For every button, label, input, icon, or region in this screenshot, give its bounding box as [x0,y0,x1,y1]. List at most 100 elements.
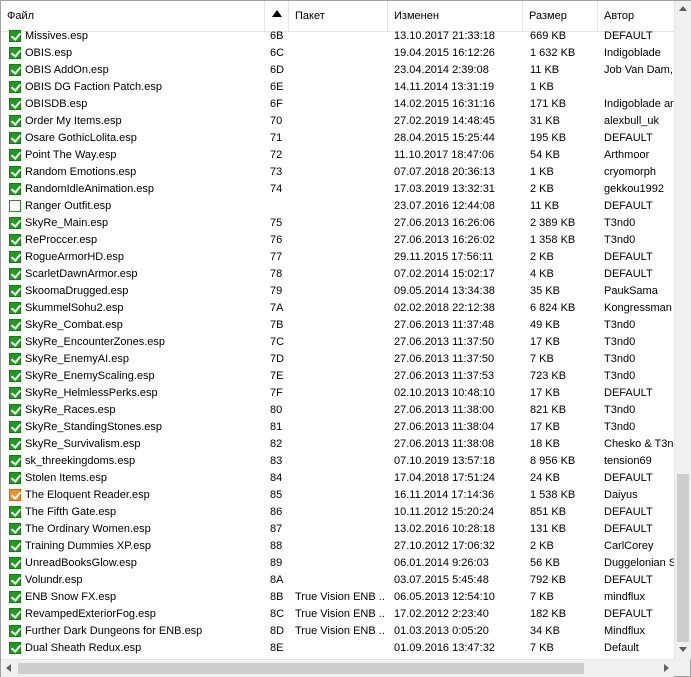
plugin-checkbox[interactable] [9,302,21,314]
plugin-checkbox[interactable] [9,370,21,382]
plugin-checkbox[interactable] [9,557,21,569]
plugin-checkbox[interactable] [9,421,21,433]
table-row[interactable]: Random Emotions.esp 73 07.07.2018 20:36:13… [1,164,674,181]
table-row[interactable]: OBIS.esp 6C 19.04.2015 16:12:26 1 632 KB Ind… [1,45,674,62]
table-row[interactable]: The Ordinary Women.esp 87 13.02.2016 10:28… [1,521,674,538]
plugin-checkbox[interactable] [9,336,21,348]
plugin-checkbox[interactable] [9,642,21,654]
plugin-checkbox[interactable] [9,81,21,93]
table-row[interactable]: OBIS AddOn.esp 6D 23.04.2014 2:39:08 11 KB J… [1,62,674,79]
package-name: True Vision ENB ... [295,608,385,620]
warning-checkbox[interactable] [9,489,21,501]
table-row[interactable]: RandomIdleAnimation.esp 74 17.03.2019 13:3… [1,181,674,198]
plugin-checkbox[interactable] [9,472,21,484]
table-row[interactable]: UnreadBooksGlow.esp 89 06.01.2014 9:26:03 5… [1,555,674,572]
table-row[interactable]: Osare GothicLolita.esp 71 28.04.2015 15:25… [1,130,674,147]
plugin-checkbox[interactable] [9,183,21,195]
table-row[interactable]: Training Dummies XP.esp 88 27.10.2012 17:0… [1,538,674,555]
plugin-checkbox[interactable] [9,438,21,450]
plugin-checkbox[interactable] [9,455,21,467]
table-row[interactable]: SkyRe_Combat.esp 7B 27.06.2013 11:37:48 49 … [1,317,674,334]
table-row[interactable]: SkyRe_EnemyAI.esp 7D 27.06.2013 11:37:50 7 … [1,351,674,368]
modified-date: 02.02.2018 22:12:38 [394,302,495,314]
table-row[interactable]: The Fifth Gate.esp 86 10.11.2012 15:20:24 8… [1,504,674,521]
column-header-size[interactable]: Размер [523,1,598,31]
vertical-scrollbar[interactable] [674,1,691,659]
plugin-checkbox[interactable] [9,591,21,603]
table-row[interactable]: SkyRe_HelmlessPerks.esp 7F 02.10.2013 10:4… [1,385,674,402]
table-row[interactable]: ReProccer.esp 76 27.06.2013 16:26:02 1 358 … [1,232,674,249]
table-row[interactable]: Point The Way.esp 72 11.10.2017 18:47:06 54… [1,147,674,164]
table-row[interactable]: Further Dark Dungeons for ENB.esp 8D True … [1,623,674,640]
column-header-package[interactable]: Пакет [289,1,388,31]
plugin-checkbox[interactable] [9,268,21,280]
plugin-checkbox[interactable] [9,540,21,552]
table-row[interactable]: SkyRe_StandingStones.esp 81 27.06.2013 11:… [1,419,674,436]
author-name: tension69 [604,455,652,467]
plugin-checkbox[interactable] [9,234,21,246]
table-row[interactable]: SkyRe_EncounterZones.esp 7C 27.06.2013 11:… [1,334,674,351]
table-row[interactable]: Order My Items.esp 70 27.02.2019 14:48:45 3… [1,113,674,130]
vertical-scroll-thumb[interactable] [677,474,689,642]
plugin-checkbox[interactable] [9,64,21,76]
plugin-checkbox[interactable] [9,98,21,110]
plugin-checkbox[interactable] [9,608,21,620]
plugin-checkbox[interactable] [9,387,21,399]
table-row[interactable]: RogueArmorHD.esp 77 29.11.2015 17:56:11 2 K… [1,249,674,266]
author-name: PaukSama [604,285,658,297]
author-name: T3nd0 [604,353,636,365]
column-header-file[interactable]: Файл [1,1,265,31]
plugin-name: OBIS AddOn.esp [25,64,109,76]
plugin-checkbox[interactable] [9,47,21,59]
plugin-checkbox[interactable] [9,319,21,331]
author-name: DEFAULT [604,574,653,586]
plugin-checkbox[interactable] [9,353,21,365]
plugin-checkbox[interactable] [9,574,21,586]
column-header-modified[interactable]: Изменен [388,1,523,31]
table-row[interactable]: The Eloquent Reader.esp 85 16.11.2014 17:1… [1,487,674,504]
column-header-author[interactable]: Автор [598,1,674,31]
scroll-left-arrow-icon[interactable] [6,664,11,672]
plugin-checkbox[interactable] [9,625,21,637]
plugin-name: UnreadBooksGlow.esp [25,557,137,569]
package-name [295,402,385,419]
plugin-checkbox[interactable] [9,200,21,212]
plugin-checkbox[interactable] [9,115,21,127]
table-row[interactable]: OBIS DG Faction Patch.esp 6E 14.11.2014 13… [1,79,674,96]
modified-date: 03.07.2015 5:45:48 [394,574,489,586]
table-row[interactable]: SkyRe_Races.esp 80 27.06.2013 11:38:00 821 … [1,402,674,419]
table-row[interactable]: Stolen Items.esp 84 17.04.2018 17:51:24 24 … [1,470,674,487]
scroll-down-arrow-icon[interactable] [679,647,687,652]
table-row[interactable]: OBISDB.esp 6F 14.02.2015 16:31:16 171 KB Ind… [1,96,674,113]
scroll-up-arrow-icon[interactable] [679,6,687,11]
plugin-checkbox[interactable] [9,285,21,297]
table-row[interactable]: Volundr.esp 8A 03.07.2015 5:45:48 792 KB DEF… [1,572,674,589]
plugin-checkbox[interactable] [9,149,21,161]
table-row[interactable]: Dual Sheath Redux.esp 8E 01.09.2016 13:47:… [1,640,674,657]
plugin-checkbox[interactable] [9,523,21,535]
table-row[interactable]: SkyRe_Survivalism.esp 82 27.06.2013 11:38:… [1,436,674,453]
plugin-checkbox[interactable] [9,30,21,42]
column-header-index[interactable] [265,1,289,31]
plugin-checkbox[interactable] [9,506,21,518]
table-row[interactable]: SkoomaDrugged.esp 79 09.05.2014 13:34:38 35… [1,283,674,300]
table-row[interactable]: SkyRe_Main.esp 75 27.06.2013 16:26:06 2 389… [1,215,674,232]
table-row[interactable]: Ranger Outfit.esp 23.07.2016 12:44:08 11 K… [1,198,674,215]
plugin-checkbox[interactable] [9,132,21,144]
horizontal-scrollbar[interactable] [1,659,674,677]
file-size: 34 KB [530,625,560,637]
horizontal-scroll-thumb[interactable] [18,663,584,674]
table-row[interactable]: ScarletDawnArmor.esp 78 07.02.2014 15:02:1… [1,266,674,283]
table-row[interactable]: RevampedExteriorFog.esp 8C True Vision ENB… [1,606,674,623]
table-row[interactable]: Missives.esp 6B 13.10.2017 21:33:18 669 KB D… [1,28,674,45]
plugin-checkbox[interactable] [9,166,21,178]
file-size: 31 KB [530,115,560,127]
plugin-checkbox[interactable] [9,251,21,263]
scroll-right-arrow-icon[interactable] [664,664,669,672]
table-row[interactable]: sk_threekingdoms.esp 83 07.10.2019 13:57:1… [1,453,674,470]
table-row[interactable]: ENB Snow FX.esp 8B True Vision ENB ... 06.0… [1,589,674,606]
table-row[interactable]: SkyRe_EnemyScaling.esp 7E 27.06.2013 11:37… [1,368,674,385]
plugin-checkbox[interactable] [9,217,21,229]
plugin-checkbox[interactable] [9,404,21,416]
table-row[interactable]: SkummelSohu2.esp 7A 02.02.2018 22:12:38 6 8… [1,300,674,317]
